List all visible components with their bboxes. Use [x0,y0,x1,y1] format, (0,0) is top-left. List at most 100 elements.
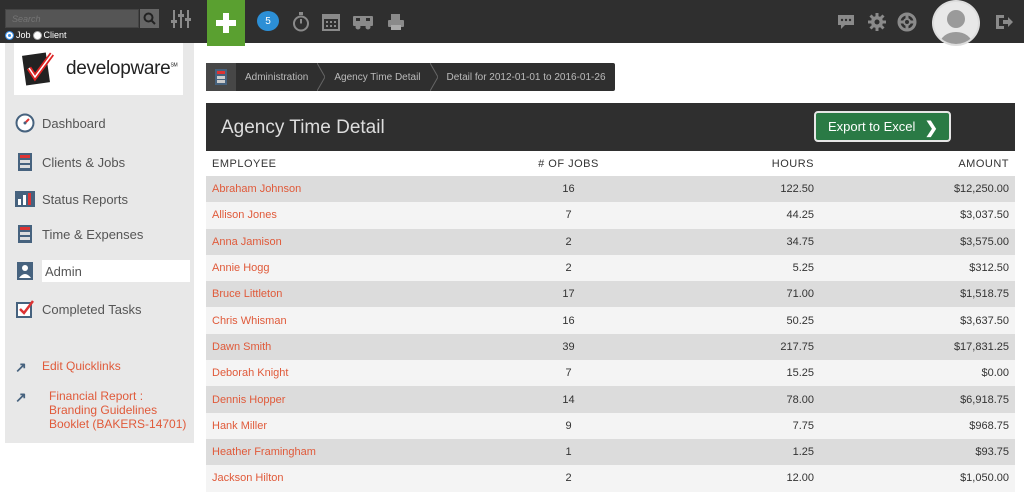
hours-value: 5.25 [681,254,814,282]
employee-name[interactable]: Dawn Smith [206,333,456,361]
quicklink-item[interactable]: ↗ Financial Report : Branding Guidelines… [15,389,190,431]
gear-icon[interactable] [866,11,888,33]
table-row: Heather Framingham 1 1.25 $93.75 [206,438,1015,466]
sidebar-item-time-expenses[interactable]: Time & Expenses [5,222,194,246]
employee-name[interactable]: Abraham Johnson [206,176,456,203]
logo-text: developwareSM [66,58,178,79]
employee-name[interactable]: Heather Framingham [206,438,456,466]
employee-name[interactable]: Allison Jones [206,202,456,229]
sidebar-item-dashboard[interactable]: Dashboard [5,111,194,135]
arrow-up-right-icon: ↗ [15,359,27,375]
edit-quicklinks-link[interactable]: ↗ Edit Quicklinks [15,359,121,376]
amount-value: $3,037.50 [814,202,1015,229]
arrow-up-right-icon: ↗ [15,389,27,405]
job-count: 2 [456,254,681,282]
panel-header: Agency Time Detail Export to Excel ❯ [206,103,1015,151]
employee-name[interactable]: Annie Hogg [206,254,456,282]
column-header-jobs[interactable]: # OF JOBS [456,151,681,176]
employee-name[interactable]: Dennis Hopper [206,386,456,413]
hours-value: 71.00 [681,281,814,308]
quicklink-label: Financial Report : Branding Guidelines B… [49,389,187,431]
job-count: 16 [456,307,681,334]
amount-value: $3,575.00 [814,228,1015,255]
export-to-excel-button[interactable]: Export to Excel ❯ [814,111,951,142]
sidebar-item-admin[interactable]: Admin [5,259,194,283]
client-radio[interactable] [32,30,42,40]
job-count: 39 [456,333,681,361]
cabinet-icon [14,224,36,244]
amount-value: $3,637.50 [814,307,1015,334]
calendar-icon[interactable] [320,11,342,33]
chevron-right-icon: ❯ [924,120,938,137]
job-count: 16 [456,176,681,203]
chevron-right-icon [317,63,326,91]
column-header-amount[interactable]: AMOUNT [814,151,1015,176]
plus-icon [216,13,236,33]
amount-value: $968.75 [814,412,1015,439]
comments-icon[interactable] [835,11,857,33]
hours-value: 1.25 [681,438,814,466]
cabinet-icon [14,152,36,172]
amount-value: $0.00 [814,360,1015,387]
job-radio[interactable] [5,30,14,40]
sidebar-item-label: Clients & Jobs [42,154,126,170]
sidebar-item-label: Status Reports [42,191,128,207]
employee-name[interactable]: Deborah Knight [206,360,456,387]
employee-name[interactable]: Anna Jamison [206,228,456,255]
table-row: Deborah Knight 7 15.25 $0.00 [206,360,1015,387]
lifebuoy-icon[interactable] [896,11,918,33]
hours-value: 12.00 [681,465,814,492]
table-row: Chris Whisman 16 50.25 $3,637.50 [206,307,1015,334]
truck-icon[interactable] [352,11,374,33]
job-count: 2 [456,465,681,492]
search-icon [143,12,156,25]
table-row: Allison Jones 7 44.25 $3,037.50 [206,202,1015,229]
developware-logo-mark-icon [22,52,55,86]
sidebar: developwareSM Dashboard Clients & Jobs S… [5,43,194,443]
amount-value: $12,250.00 [814,176,1015,203]
employee-name[interactable]: Bruce Littleton [206,281,456,308]
stopwatch-icon[interactable] [290,11,312,33]
avatar[interactable] [932,0,980,46]
logout-icon[interactable] [993,11,1015,33]
messages-badge[interactable]: 5 [257,11,279,31]
search-button[interactable] [140,9,159,28]
logo[interactable]: developwareSM [14,43,183,95]
checkbox-icon [14,299,36,319]
printer-icon[interactable] [385,11,407,33]
table-row: Dennis Hopper 14 78.00 $6,918.75 [206,386,1015,413]
table-header-row: EMPLOYEE # OF JOBS HOURS AMOUNT [206,151,1015,176]
job-count: 1 [456,438,681,466]
breadcrumb-agency-time-detail[interactable]: Agency Time Detail [325,63,429,91]
breadcrumb: Administration Agency Time Detail Detail… [206,63,615,91]
table-row: Annie Hogg 2 5.25 $312.50 [206,254,1015,282]
job-radio-label: Job [16,30,31,40]
job-count: 17 [456,281,681,308]
breadcrumb-administration[interactable]: Administration [236,63,317,91]
add-new-button[interactable] [207,0,245,46]
hours-value: 34.75 [681,228,814,255]
search-input[interactable] [5,9,139,28]
page-title: Agency Time Detail [221,117,385,138]
job-count: 9 [456,412,681,439]
employee-name[interactable]: Hank Miller [206,412,456,439]
employee-name[interactable]: Jackson Hilton [206,465,456,492]
employee-name[interactable]: Chris Whisman [206,307,456,334]
hours-value: 15.25 [681,360,814,387]
sidebar-item-clients-jobs[interactable]: Clients & Jobs [5,150,194,174]
column-header-employee[interactable]: EMPLOYEE [206,151,456,176]
column-header-hours[interactable]: HOURS [681,151,814,176]
bar-chart-icon [14,189,36,209]
sidebar-item-label: Completed Tasks [42,301,142,317]
sidebar-item-status-reports[interactable]: Status Reports [5,187,194,211]
job-count: 14 [456,386,681,413]
hours-value: 50.25 [681,307,814,334]
table-row: Bruce Littleton 17 71.00 $1,518.75 [206,281,1015,308]
sidebar-item-completed-tasks[interactable]: Completed Tasks [5,297,194,321]
filter-sliders-icon[interactable] [171,8,191,30]
client-radio-label: Client [43,30,67,40]
top-bar: Job Client 5 [0,0,1024,46]
hours-value: 44.25 [681,202,814,229]
sidebar-item-label: Admin [42,260,190,282]
table-row: Dawn Smith 39 217.75 $17,831.25 [206,333,1015,361]
